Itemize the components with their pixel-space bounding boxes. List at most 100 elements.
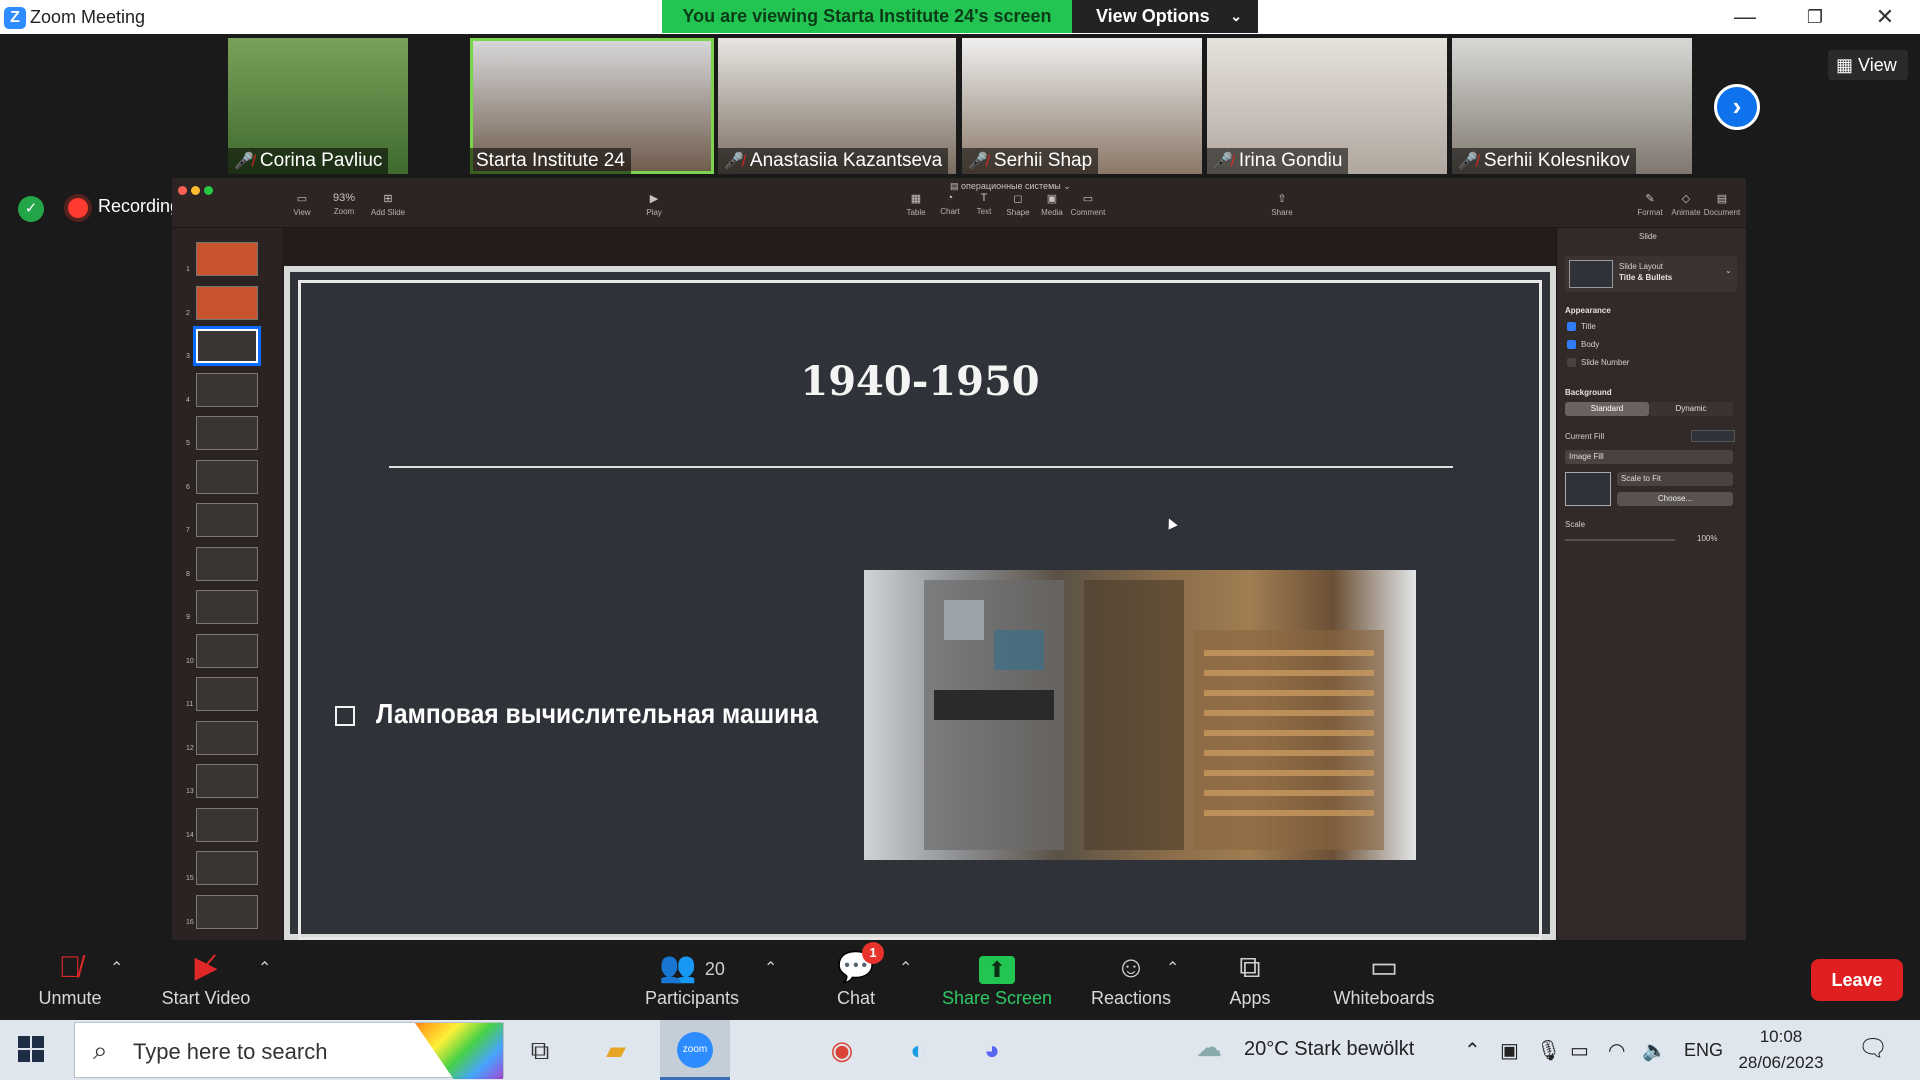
slide-thumbnail[interactable] <box>196 677 258 711</box>
media-tool[interactable]: ▣ Media <box>1032 192 1072 217</box>
zoom-app-icon: zoom <box>677 1032 713 1068</box>
edge-icon[interactable]: ◐ <box>894 1030 942 1070</box>
start-video-button[interactable]: ▶̸ Start Video <box>156 948 256 1009</box>
participant-tile[interactable]: 🎤̸ Irina Gondiu <box>1207 38 1447 174</box>
minimize-button[interactable]: — <box>1710 0 1780 34</box>
slide-thumbnail[interactable] <box>196 459 258 494</box>
slide-thumbnail[interactable] <box>196 894 258 929</box>
scale-slider[interactable] <box>1565 539 1675 541</box>
notifications-icon[interactable]: 🗨 <box>1858 1034 1888 1063</box>
mic-muted-icon: 🎤̸ <box>234 153 254 170</box>
unmute-button[interactable]: 🎙̸ Unmute <box>30 948 110 1009</box>
slide-thumbnail[interactable] <box>196 851 258 885</box>
participant-tile[interactable]: 🎤̸ Anastasiia Kazantseva <box>718 38 956 174</box>
participant-tile[interactable]: 🎤̸ Serhii Kolesnikov <box>1452 38 1692 174</box>
dynamic-segment[interactable]: Dynamic <box>1649 402 1733 416</box>
participant-tile[interactable]: 🎤̸ Corina Pavliuc <box>228 38 408 174</box>
background-heading: Background <box>1565 388 1612 397</box>
encryption-shield-icon[interactable]: ✓ <box>18 196 44 222</box>
zoom-tool[interactable]: 93% Zoom <box>324 192 364 216</box>
inspector-tab-slide[interactable]: Slide <box>1639 232 1657 241</box>
recording-label: Recording <box>98 196 181 216</box>
document-tool[interactable]: ▤ Document <box>1702 192 1742 217</box>
slide-number-checkbox[interactable] <box>1567 358 1576 367</box>
close-dot-icon <box>178 186 187 195</box>
file-explorer-icon[interactable]: ▰ <box>592 1030 640 1070</box>
animate-tool[interactable]: ◇ Animate <box>1666 192 1706 217</box>
slide-thumb-number: 2 <box>186 309 190 317</box>
document-label: Document <box>1703 208 1741 217</box>
video-options-caret[interactable]: ⌃ <box>258 958 271 978</box>
whiteboard-icon: ▭ <box>1369 951 1399 984</box>
current-fill-swatch[interactable] <box>1691 430 1735 442</box>
share-tool[interactable]: ⇧ Share <box>1262 192 1302 217</box>
chat-options-caret[interactable]: ⌃ <box>899 958 912 978</box>
slide-thumbnail[interactable] <box>196 590 258 624</box>
tray-chevron-icon[interactable]: ⌃ <box>1464 1038 1481 1063</box>
participants-options-caret[interactable]: ⌃ <box>764 958 777 978</box>
meeting-tray-icon[interactable]: ▣ <box>1500 1038 1519 1063</box>
weather-text[interactable]: 20°C Stark bewölkt <box>1244 1038 1414 1061</box>
language-indicator[interactable]: ENG <box>1684 1040 1723 1061</box>
slide-thumbnail[interactable] <box>196 546 258 581</box>
participant-tile-active-speaker[interactable]: Starta Institute 24 <box>470 38 714 174</box>
format-tool[interactable]: ✎ Format <box>1630 192 1670 217</box>
wifi-icon[interactable]: ◠ <box>1608 1038 1625 1063</box>
view-options-button[interactable]: View Options ⌄ <box>1072 0 1258 33</box>
view-tool[interactable]: ▭ View <box>282 192 322 217</box>
comment-tool[interactable]: ▭ Comment <box>1068 192 1108 217</box>
taskbar-search[interactable]: ⌕ Type here to search <box>74 1022 504 1079</box>
slide-layout-selector[interactable]: Slide Layout Title & Bullets ⌄ <box>1565 256 1737 292</box>
slide-thumb-number: 6 <box>186 483 190 491</box>
participant-tile[interactable]: 🎤̸ Serhii Shap <box>962 38 1202 174</box>
discord-icon[interactable]: ◕ <box>968 1030 1016 1070</box>
slide-thumbnail[interactable] <box>196 764 258 798</box>
reactions-button[interactable]: ☺ Reactions <box>1086 948 1176 1009</box>
add-slide-tool[interactable]: ⊞ Add Slide <box>368 192 408 217</box>
restore-button[interactable]: ❐ <box>1780 0 1850 34</box>
body-checkbox[interactable] <box>1567 340 1576 349</box>
slide-thumbnail[interactable] <box>193 326 261 366</box>
microphone-tray-icon[interactable]: 🎙 <box>1536 1038 1561 1063</box>
scale-mode-select[interactable]: Scale to Fit <box>1617 472 1733 486</box>
clock[interactable]: 10:08 28/06/2023 <box>1736 1024 1826 1076</box>
slide-divider <box>389 466 1453 468</box>
volume-icon[interactable]: 🔈 <box>1642 1038 1667 1063</box>
next-page-arrow-icon[interactable]: › <box>1714 84 1760 130</box>
view-button[interactable]: ▦ View <box>1828 50 1908 80</box>
whiteboards-button[interactable]: ▭ Whiteboards <box>1324 948 1444 1009</box>
slide-thumbnail[interactable] <box>196 720 258 755</box>
slide-thumb-number: 14 <box>186 831 194 839</box>
title-checkbox[interactable] <box>1567 322 1576 331</box>
close-button[interactable]: ✕ <box>1850 0 1920 34</box>
participants-button[interactable]: 👥 20 Participants <box>636 948 748 1009</box>
slide-thumbnail[interactable] <box>196 242 258 276</box>
view-options-label: View Options <box>1096 6 1210 26</box>
slide-thumbnail[interactable] <box>196 372 258 407</box>
choose-button[interactable]: Choose... <box>1617 492 1733 506</box>
play-tool[interactable]: ▶ Play <box>634 192 674 217</box>
chrome-icon[interactable]: ◉ <box>818 1030 866 1070</box>
slide-thumbnail[interactable] <box>196 503 258 537</box>
audio-options-caret[interactable]: ⌃ <box>110 958 123 978</box>
task-view-icon[interactable]: ⧉ <box>516 1030 564 1070</box>
apps-button[interactable]: ⧉ Apps <box>1220 948 1280 1009</box>
slide-thumbnail[interactable] <box>196 633 258 668</box>
fill-type-value: Image Fill <box>1569 452 1604 461</box>
windows-start-icon[interactable] <box>18 1036 46 1064</box>
table-label: Table <box>906 208 926 217</box>
slide-number-label: Slide Number <box>1581 358 1630 367</box>
fill-type-select[interactable]: Image Fill <box>1565 450 1733 464</box>
zoom-taskbar-button[interactable]: zoom <box>660 1020 730 1080</box>
mic-muted-icon: 🎙̸ <box>58 951 82 984</box>
window-title: Zoom Meeting <box>30 7 146 27</box>
slide-thumbnail[interactable] <box>196 416 258 450</box>
reactions-options-caret[interactable]: ⌃ <box>1166 958 1179 978</box>
slide-thumbnail[interactable] <box>196 285 258 320</box>
share-screen-button[interactable]: ⬆ Share Screen <box>940 948 1054 1009</box>
share-screen-icon-wrap: ⬆ <box>940 948 1054 988</box>
standard-segment[interactable]: Standard <box>1565 402 1649 416</box>
leave-button[interactable]: Leave <box>1811 959 1903 1001</box>
slide-thumbnail[interactable] <box>196 807 258 842</box>
battery-icon[interactable]: ▭ <box>1570 1038 1589 1063</box>
